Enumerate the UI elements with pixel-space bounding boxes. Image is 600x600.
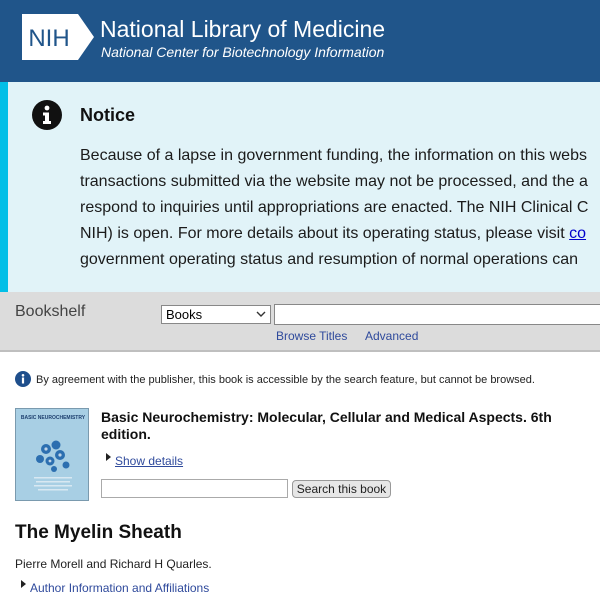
notice-line-text: NIH) is open. For more details about its…: [80, 225, 570, 242]
notice-line: government operating status and resumpti…: [80, 251, 579, 268]
browse-titles-link[interactable]: Browse Titles: [276, 329, 347, 343]
book-search-input[interactable]: [101, 479, 288, 498]
nih-logo[interactable]: NIH: [22, 14, 94, 60]
site-header: NIH National Library of Medicine Nationa…: [0, 0, 600, 82]
book-title[interactable]: Basic Neurochemistry: Molecular, Cellula…: [101, 409, 571, 443]
notice-accent-bar: [0, 82, 8, 292]
expand-triangle-icon: [106, 453, 111, 461]
notice-body: Because of a lapse in government funding…: [80, 143, 600, 273]
chapter-title: The Myelin Sheath: [15, 522, 182, 543]
divider: [0, 350, 600, 352]
site-subtitle: National Center for Biotechnology Inform…: [101, 44, 385, 60]
expand-triangle-icon: [21, 580, 26, 588]
book-cover-image[interactable]: BASIC NEUROCHEMISTRY: [15, 408, 89, 501]
bookshelf-search-bar: Bookshelf Books Browse Titles Advanced: [0, 292, 600, 352]
database-select[interactable]: Books: [161, 305, 271, 324]
notice-line: NIH) is open. For more details about its…: [80, 221, 600, 247]
bookshelf-label[interactable]: Bookshelf: [15, 303, 85, 321]
operating-status-link[interactable]: co: [569, 225, 586, 242]
chapter-authors: Pierre Morell and Richard H Quarles.: [15, 557, 212, 571]
notice-line: Because of a lapse in government funding…: [80, 147, 587, 164]
chevron-down-icon: [256, 311, 266, 317]
search-input[interactable]: [274, 304, 600, 325]
info-icon: [32, 100, 62, 130]
search-this-book-button[interactable]: Search this book: [292, 480, 391, 498]
show-details-link[interactable]: Show details: [115, 454, 183, 468]
notice-banner: Notice Because of a lapse in government …: [0, 82, 600, 292]
cover-title: BASIC NEUROCHEMISTRY: [21, 415, 86, 421]
notice-heading: Notice: [80, 105, 136, 125]
database-select-value: Books: [166, 307, 203, 322]
site-title[interactable]: National Library of Medicine: [100, 16, 385, 43]
notice-line: transactions submitted via the website m…: [80, 173, 588, 190]
access-note: By agreement with the publisher, this bo…: [36, 374, 535, 386]
notice-line: respond to inquiries until appropriation…: [80, 199, 589, 216]
author-info-link[interactable]: Author Information and Affiliations: [30, 581, 209, 595]
info-icon: [15, 371, 31, 387]
advanced-search-link[interactable]: Advanced: [365, 329, 418, 343]
book-cover-art: BASIC NEUROCHEMISTRY: [16, 409, 88, 500]
logo-text: NIH: [28, 25, 69, 52]
